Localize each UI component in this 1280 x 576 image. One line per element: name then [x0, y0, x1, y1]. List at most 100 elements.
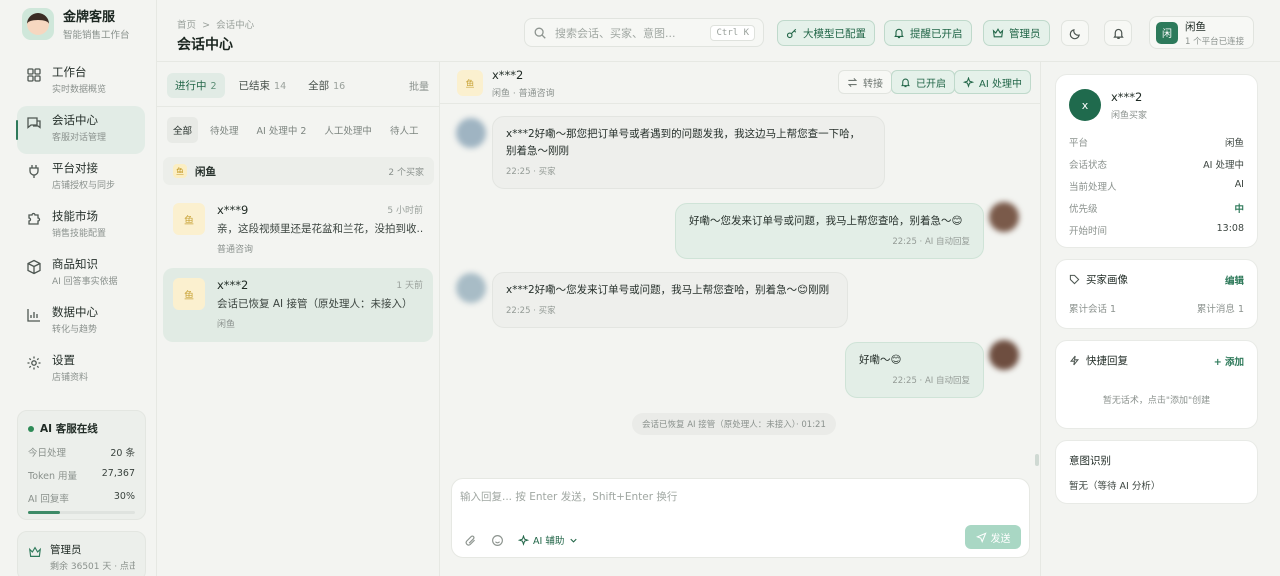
- reminder-toggle-button[interactable]: 已开启: [891, 70, 955, 94]
- account-sub: 1 个平台已连接: [1185, 36, 1245, 47]
- theme-toggle-button[interactable]: [1061, 20, 1089, 46]
- filter-ai-processing[interactable]: AI 处理中 2: [251, 117, 313, 143]
- plug-icon: [29, 165, 39, 178]
- tab-label: 已结束: [238, 80, 271, 92]
- crown-icon: [992, 28, 1004, 38]
- moon-icon: [1069, 28, 1080, 39]
- message-meta: 22:25 · AI 自动回复: [892, 376, 970, 386]
- reply-composer[interactable]: 输入回复... 按 Enter 发送，Shift+Enter 换行 AI 辅助 …: [451, 478, 1030, 558]
- tab-count: 2: [210, 81, 217, 92]
- system-notice: 会话已恢复 AI 接管（原处理人：未接入）· 01:21: [632, 413, 836, 435]
- brand-title: 金牌客服: [63, 10, 116, 25]
- nav-label: 技能市场: [52, 209, 98, 223]
- platform-group-header[interactable]: 鱼 闲鱼 2 个买家: [163, 157, 434, 185]
- tag-icon: [1069, 274, 1080, 285]
- ai-processing-button[interactable]: AI 处理中: [954, 70, 1031, 94]
- search-shortcut: Ctrl K: [710, 24, 755, 41]
- ai-processing-label: AI 处理中: [979, 78, 1022, 90]
- stat-row: AI 回复率 30%: [28, 491, 135, 505]
- avatar: 鱼: [173, 203, 205, 235]
- priority-value[interactable]: 中: [1234, 201, 1244, 215]
- filter-awaiting-human[interactable]: 待人工: [384, 117, 425, 143]
- nav-label: 商品知识: [52, 257, 98, 271]
- avatar: 鱼: [457, 70, 483, 96]
- nav-sub: 实时数据概览: [52, 85, 107, 95]
- ai-status-card: AI 客服在线 今日处理 20 条 Token 用量 27,367 AI 回复率 30…: [17, 410, 146, 520]
- intent-value: 暂无（等待 AI 分析）: [1069, 481, 1161, 492]
- reminder-on-button[interactable]: 提醒已开启: [884, 20, 972, 46]
- send-button[interactable]: 发送: [965, 525, 1021, 549]
- add-quick-reply-button[interactable]: + 添加: [1214, 354, 1244, 368]
- breadcrumb-home[interactable]: 首页: [177, 20, 196, 31]
- tab-in-progress[interactable]: 进行中 2: [167, 73, 225, 98]
- message-text: 好嘞～您发来订单号或问题，我马上帮您查哈，别着急～😊: [689, 215, 963, 227]
- quick-reply-card: 快捷回复 + 添加 暂无话术，点击"添加"创建: [1055, 340, 1258, 429]
- nav-item-platforms[interactable]: 平台对接 店铺授权与同步: [17, 154, 145, 202]
- stat-label: 今日处理: [28, 448, 67, 459]
- ai-assist-dropdown[interactable]: AI 辅助: [518, 533, 583, 547]
- conversation-item[interactable]: 鱼 x***9 5 小时前 亲，这段视频里还是花盆和兰花，没拍到收... 普通咨询: [163, 193, 433, 267]
- scrollbar[interactable]: [1035, 454, 1039, 466]
- llm-configured-button[interactable]: 大模型已配置: [777, 20, 875, 46]
- stat-row: 今日处理 20 条: [28, 445, 135, 459]
- message-text: 好嘞～😊: [859, 354, 902, 366]
- transfer-button[interactable]: 转接: [838, 70, 892, 94]
- message-line: 别着急～刚刚: [506, 145, 569, 157]
- row-label: 会话状态: [1069, 160, 1108, 171]
- notifications-button[interactable]: [1104, 20, 1132, 46]
- buyer-name: x***2: [217, 278, 249, 292]
- nav-item-skills[interactable]: 技能市场 销售技能配置: [17, 202, 145, 250]
- nav-item-settings[interactable]: 设置 店铺资料: [17, 346, 145, 394]
- empty-state: 暂无话术，点击"添加"创建: [1102, 396, 1211, 406]
- grid-icon: [27, 68, 41, 82]
- bell-icon: [1112, 28, 1124, 39]
- chat-icon: [27, 117, 41, 129]
- filter-human-processing[interactable]: 人工处理中: [318, 117, 378, 143]
- nav-sub: 转化与趋势: [52, 325, 98, 335]
- brand-subtitle: 智能销售工作台: [63, 30, 130, 41]
- admin-role-button[interactable]: 管理员: [983, 20, 1050, 46]
- profile-row-start-time: 开始时间 13:08: [1069, 223, 1244, 237]
- row-value: AI: [1234, 179, 1244, 190]
- nav-item-knowledge[interactable]: 商品知识 AI 回答事实依据: [17, 250, 145, 298]
- filter-pending[interactable]: 待处理: [204, 117, 245, 143]
- paperclip-icon[interactable]: [464, 534, 477, 547]
- chat-header: 鱼 x***2 闲鱼 · 普通咨询 转接 已开启 AI 处理中: [440, 62, 1040, 104]
- tab-all[interactable]: 全部 16: [300, 73, 353, 98]
- nav-item-conversations[interactable]: 会话中心 客服对话管理: [16, 106, 145, 154]
- filter-all[interactable]: 全部: [167, 117, 199, 143]
- last-message: 会话已恢复 AI 接管（原处理人：未接入）: [217, 298, 413, 310]
- edit-button[interactable]: 编辑: [1225, 273, 1244, 287]
- timestamp: 5 小时前: [387, 206, 423, 216]
- tab-label: 进行中: [175, 80, 207, 92]
- conversation-item-active[interactable]: 鱼 x***2 1 天前 会话已恢复 AI 接管（原处理人：未接入） 闲鱼: [163, 268, 433, 342]
- chat-buyer-name: x***2: [492, 68, 524, 82]
- emoji-icon[interactable]: [491, 534, 504, 547]
- row-label: 开始时间: [1069, 226, 1108, 237]
- send-icon: [975, 531, 987, 543]
- brand: 金牌客服 智能销售工作台: [22, 6, 130, 41]
- message-line: x***2好嘞～那您把订单号或者遇到的问题发我，我这边马上帮您查一下哈，: [506, 128, 861, 140]
- bell-icon: [894, 28, 904, 39]
- platform-account-switcher[interactable]: 闲 闲鱼 1 个平台已连接: [1149, 16, 1254, 49]
- llm-configured-label: 大模型已配置: [803, 27, 866, 40]
- online-dot: [28, 425, 34, 432]
- search-icon: [534, 27, 546, 39]
- filter-tabs: 全部 待处理 AI 处理中 2 人工处理中 待人工: [167, 117, 430, 143]
- puzzle-icon: [28, 212, 41, 225]
- timestamp: 1 天前: [396, 281, 423, 291]
- search-placeholder: 搜索会话、买家、意图...: [555, 26, 676, 40]
- message-meta: 22:25 · AI 自动回复: [892, 237, 970, 247]
- search-input[interactable]: 搜索会话、买家、意图... Ctrl K: [524, 18, 764, 47]
- ai-avatar: [989, 340, 1019, 370]
- buyer-avatar: [456, 273, 486, 303]
- tab-ended[interactable]: 已结束 14: [231, 73, 295, 98]
- profile-row-platform: 平台 闲鱼: [1069, 135, 1244, 149]
- bulk-button[interactable]: 批量: [409, 78, 429, 93]
- admin-card[interactable]: 管理员 剩余 36501 天 · 点击: [17, 531, 146, 576]
- breadcrumb-current: 会话中心: [216, 20, 255, 31]
- ai-avatar: [989, 202, 1019, 232]
- total-sessions: 累计会话 1: [1069, 304, 1117, 315]
- nav-item-dashboard[interactable]: 工作台 实时数据概览: [17, 58, 145, 106]
- nav-item-data[interactable]: 数据中心 转化与趋势: [17, 298, 145, 346]
